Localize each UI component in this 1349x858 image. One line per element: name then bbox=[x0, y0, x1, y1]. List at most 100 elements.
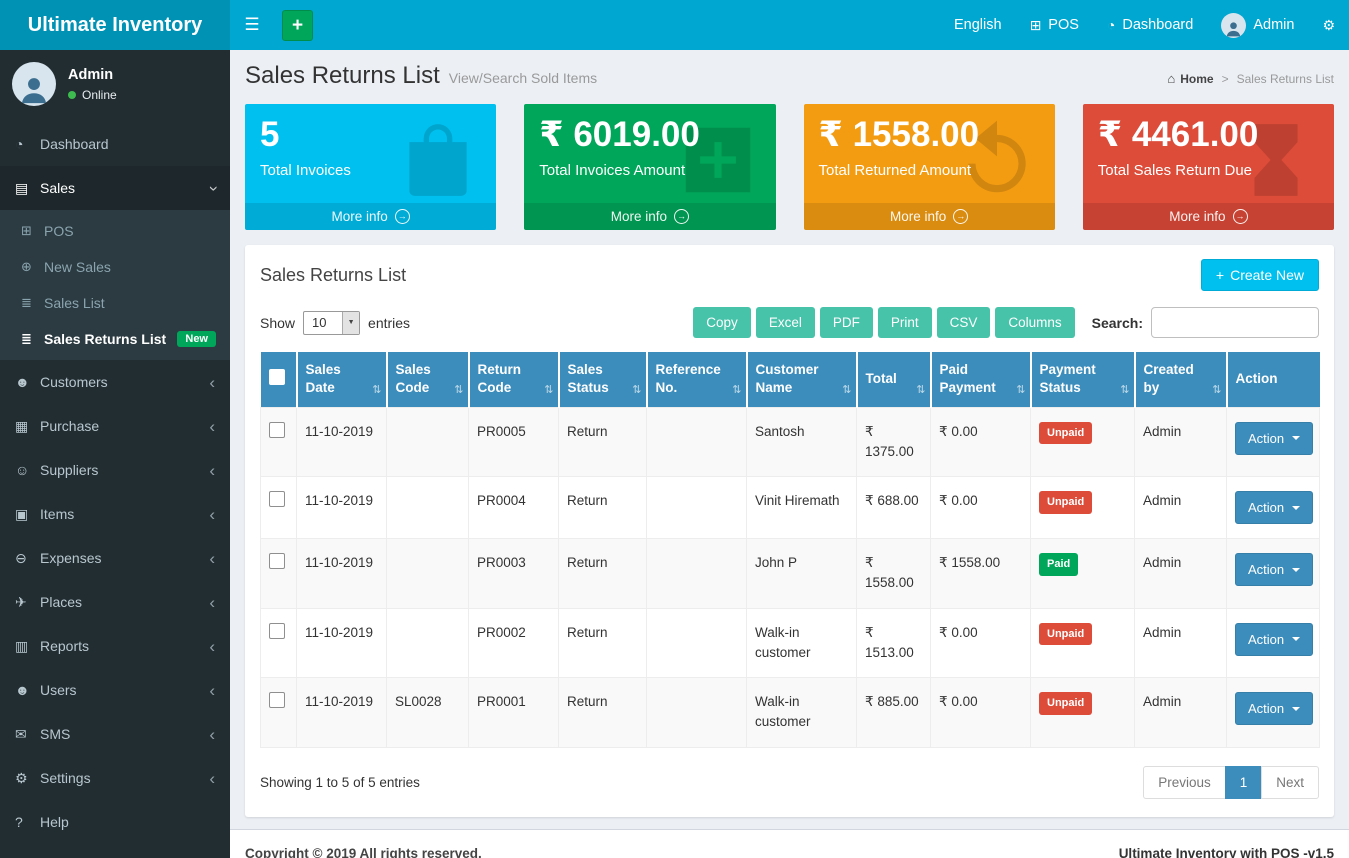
sidebar-item-sales-returns-list[interactable]: ≣Sales Returns ListNew bbox=[0, 321, 230, 357]
col-header-sales-status[interactable]: Sales Status⇅ bbox=[559, 352, 647, 407]
sidebar-item-users[interactable]: ☻Users‹ bbox=[0, 668, 230, 712]
select-all-checkbox[interactable] bbox=[269, 369, 285, 385]
sidebar-submenu-sales: ⊞POS⊕New Sales≣Sales List≣Sales Returns … bbox=[0, 210, 230, 360]
more-info-link[interactable]: More info→ bbox=[245, 203, 496, 230]
print-button[interactable]: Print bbox=[878, 307, 932, 338]
sidebar-item-label: Customers bbox=[40, 374, 209, 390]
excel-button[interactable]: Excel bbox=[756, 307, 815, 338]
row-checkbox[interactable] bbox=[269, 422, 285, 438]
breadcrumb-home[interactable]: ⌂ Home bbox=[1167, 72, 1213, 86]
row-checkbox[interactable] bbox=[269, 491, 285, 507]
pagination-page-1[interactable]: 1 bbox=[1225, 766, 1263, 799]
sidebar-item-sales-list[interactable]: ≣Sales List bbox=[0, 285, 230, 321]
nav-pos[interactable]: ⊞ POS bbox=[1016, 0, 1093, 50]
more-info-link[interactable]: More info→ bbox=[1083, 203, 1334, 230]
row-action-button[interactable]: Action bbox=[1235, 422, 1313, 455]
row-checkbox[interactable] bbox=[269, 692, 285, 708]
col-header-sales-date[interactable]: Sales Date⇅ bbox=[297, 352, 387, 407]
chevron-left-icon: ‹ bbox=[209, 374, 215, 391]
table-row: 11-10-2019PR0003ReturnJohn P₹ 1558.00₹ 1… bbox=[261, 539, 1320, 609]
caret-down-icon bbox=[1292, 707, 1300, 711]
hamburger-icon: ☰ bbox=[244, 15, 259, 35]
sidebar-item-label: Suppliers bbox=[40, 462, 209, 478]
sidebar-item-reports[interactable]: ▥Reports‹ bbox=[0, 624, 230, 668]
cell-sales-date: 11-10-2019 bbox=[297, 608, 387, 678]
sidebar-item-customers[interactable]: ☻Customers‹ bbox=[0, 360, 230, 404]
chevron-left-icon: ‹ bbox=[209, 418, 215, 435]
csv-button[interactable]: CSV bbox=[937, 307, 991, 338]
items-icon: ▣ bbox=[15, 506, 40, 523]
plus-icon: + bbox=[292, 16, 303, 35]
sidebar-item-settings[interactable]: ⚙Settings‹ bbox=[0, 756, 230, 800]
pdf-button[interactable]: PDF bbox=[820, 307, 873, 338]
cell-created-by: Admin bbox=[1135, 407, 1227, 477]
show-label: Show bbox=[260, 315, 295, 331]
pagination-next[interactable]: Next bbox=[1261, 766, 1319, 799]
col-header-created-by[interactable]: Created by⇅ bbox=[1135, 352, 1227, 407]
sidebar-item-new-sales[interactable]: ⊕New Sales bbox=[0, 249, 230, 285]
cell-total: ₹ 885.00 bbox=[857, 678, 931, 748]
user-info: Admin Online bbox=[68, 67, 117, 102]
row-action-button[interactable]: Action bbox=[1235, 692, 1313, 725]
col-header-sales-code[interactable]: Sales Code⇅ bbox=[387, 352, 469, 407]
sidebar-item-purchase[interactable]: ▦Purchase‹ bbox=[0, 404, 230, 448]
quick-add-button[interactable]: + bbox=[282, 10, 313, 41]
row-action-button[interactable]: Action bbox=[1235, 623, 1313, 656]
sidebar-item-sales[interactable]: ▤Sales‹ bbox=[0, 166, 230, 210]
sidebar-toggle-button[interactable]: ☰ bbox=[230, 0, 274, 50]
cell-reference-no bbox=[647, 678, 747, 748]
col-header-payment-status[interactable]: Payment Status⇅ bbox=[1031, 352, 1135, 407]
sidebar-item-label: Help bbox=[40, 814, 215, 830]
info-box-total-sales-return-due: ₹ 4461.00Total Sales Return DueMore info… bbox=[1083, 104, 1334, 230]
cell-paid-payment: ₹ 0.00 bbox=[931, 407, 1031, 477]
sidebar-item-places[interactable]: ✈Places‹ bbox=[0, 580, 230, 624]
caret-down-icon bbox=[1292, 637, 1300, 641]
col-header-customer-name[interactable]: Customer Name⇅ bbox=[747, 352, 857, 407]
row-action-button[interactable]: Action bbox=[1235, 553, 1313, 586]
nav-language[interactable]: English bbox=[940, 0, 1016, 50]
sidebar-item-suppliers[interactable]: ☺Suppliers‹ bbox=[0, 448, 230, 492]
sidebar-item-help[interactable]: ?Help bbox=[0, 800, 230, 844]
cell-paid-payment: ₹ 1558.00 bbox=[931, 539, 1031, 609]
col-header-action[interactable]: Action bbox=[1227, 352, 1320, 407]
caret-down-icon bbox=[1292, 568, 1300, 572]
row-action-button[interactable]: Action bbox=[1235, 491, 1313, 524]
nav-user[interactable]: Admin bbox=[1207, 0, 1308, 50]
avatar bbox=[1221, 13, 1246, 38]
cell-sales-date: 11-10-2019 bbox=[297, 477, 387, 539]
more-info-link[interactable]: More info→ bbox=[804, 203, 1055, 230]
search-input[interactable] bbox=[1151, 307, 1319, 338]
pagination: Previous1Next bbox=[1143, 766, 1319, 799]
create-new-button[interactable]: + Create New bbox=[1201, 259, 1319, 291]
cell-sales-status: Return bbox=[559, 477, 647, 539]
cell-customer-name: Vinit Hiremath bbox=[747, 477, 857, 539]
page-length-select[interactable]: 10 ▼ bbox=[303, 311, 360, 335]
col-header-return-code[interactable]: Return Code⇅ bbox=[469, 352, 559, 407]
pagination-previous[interactable]: Previous bbox=[1143, 766, 1226, 799]
info-box-label: Total Returned Amount bbox=[819, 162, 1040, 179]
home-icon: ⌂ bbox=[1167, 72, 1175, 85]
sidebar-item-sms[interactable]: ✉SMS‹ bbox=[0, 712, 230, 756]
sidebar-item-items[interactable]: ▣Items‹ bbox=[0, 492, 230, 536]
nav-settings[interactable]: ⚙ bbox=[1308, 0, 1349, 50]
page-length-control: Show 10 ▼ entries bbox=[260, 311, 410, 335]
row-checkbox[interactable] bbox=[269, 553, 285, 569]
sort-icon: ⇅ bbox=[732, 383, 741, 398]
content-header: Sales Returns List View/Search Sold Item… bbox=[230, 50, 1349, 100]
sidebar-item-expenses[interactable]: ⊖Expenses‹ bbox=[0, 536, 230, 580]
cell-return-code: PR0002 bbox=[469, 608, 559, 678]
copy-button[interactable]: Copy bbox=[693, 307, 751, 338]
col-header-paid-payment[interactable]: Paid Payment⇅ bbox=[931, 352, 1031, 407]
list-icon: ≣ bbox=[21, 331, 44, 347]
user-status[interactable]: Online bbox=[68, 88, 117, 102]
row-checkbox[interactable] bbox=[269, 623, 285, 639]
col-header-total[interactable]: Total⇅ bbox=[857, 352, 931, 407]
brand[interactable]: Ultimate Inventory bbox=[0, 0, 230, 50]
sidebar-item-label: Sales bbox=[40, 180, 209, 196]
columns-button[interactable]: Columns bbox=[995, 307, 1074, 338]
sidebar-item-dashboard[interactable]: ◔Dashboard bbox=[0, 122, 230, 166]
nav-dashboard[interactable]: ◔ Dashboard bbox=[1093, 0, 1207, 50]
col-header-reference-no[interactable]: Reference No.⇅ bbox=[647, 352, 747, 407]
more-info-link[interactable]: More info→ bbox=[524, 203, 775, 230]
sidebar-item-pos[interactable]: ⊞POS bbox=[0, 213, 230, 249]
